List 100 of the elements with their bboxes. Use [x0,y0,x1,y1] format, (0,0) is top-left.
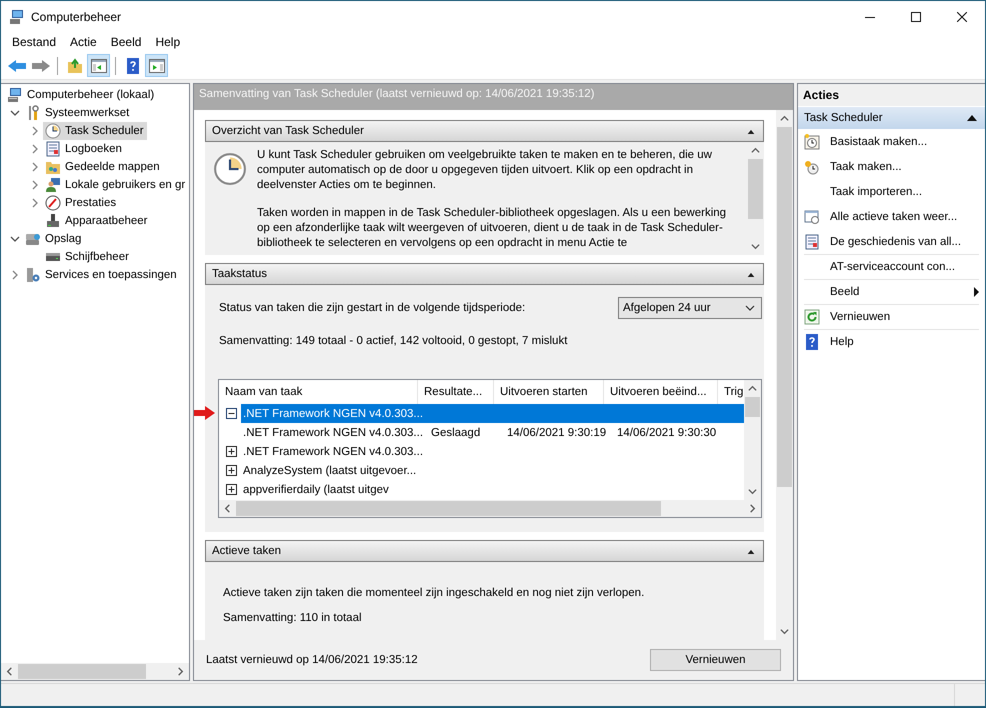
tree-node-icon [7,87,23,103]
scroll-left-icon[interactable] [5,667,14,676]
action-link[interactable]: Help [830,336,854,348]
table-row[interactable]: appverifierdaily (laatst uitgev [241,480,744,499]
menu-item[interactable]: Beeld [104,35,148,49]
chevron-right-icon[interactable] [30,180,40,190]
period-dropdown[interactable]: Afgelopen 24 uur [618,297,762,319]
scroll-thumb[interactable] [745,397,760,417]
tree-pane-button[interactable] [87,54,110,77]
action-icon [804,209,820,225]
vertical-scrollbar[interactable] [776,110,793,640]
window-title: Computerbeheer [31,10,122,24]
menu-item[interactable]: Bestand [5,35,64,49]
refresh-button[interactable]: Vernieuwen [650,649,781,671]
collapse-icon[interactable] [226,408,236,419]
table-cell-text: 14/06/2021 9:30:19 [506,426,608,438]
help-icon [124,58,140,74]
menu-item[interactable]: Actie [63,35,104,49]
scroll-down-icon[interactable] [780,627,789,636]
tree-item[interactable]: Opslag [23,230,84,248]
table-row[interactable]: .NET Framework NGEN v4.0.303... Geslaagd 14/06/2021 9:30:19 14/06/2021 9:30:30 [241,423,744,442]
back-arrow-icon [6,58,26,74]
section-header[interactable]: Overzicht van Task Scheduler [205,120,764,142]
table-row[interactable]: AnalyzeSystem (laatst uitgevoer... [241,461,744,480]
horizontal-scrollbar[interactable] [219,500,761,517]
chevron-right-icon[interactable] [30,144,40,154]
chevron-down-icon[interactable] [10,108,20,118]
chevron-right-icon[interactable] [30,126,40,136]
expand-icon[interactable] [226,484,236,495]
action-link[interactable]: Basistaak maken... [830,136,928,148]
task-name-cell-text: .NET Framework NGEN v4.0.303... [242,446,424,458]
expand-icon[interactable] [226,465,236,476]
scroll-thumb[interactable] [236,501,661,516]
chevron-right-icon[interactable] [30,198,40,208]
action-pane-button[interactable] [145,54,168,77]
action-icon [804,159,820,175]
scroll-up-icon[interactable] [748,384,757,393]
action-link[interactable]: Alle actieve taken weer... [830,211,958,223]
scroll-down-icon[interactable] [751,242,760,251]
section-header[interactable]: Taakstatus [205,263,764,285]
last-refreshed-text: Laatst vernieuwd op 14/06/2021 19:35:12 [206,654,418,666]
menu-item[interactable]: Help [148,35,188,49]
clock-icon [213,152,247,186]
tree-item[interactable]: Apparaatbeheer [43,212,150,230]
action-group-header[interactable]: Task Scheduler [798,107,985,129]
description-text: Actieve taken zijn taken die momenteel zijn ingeschakeld en nog niet zijn verlopen. [223,586,646,601]
scroll-thumb[interactable] [748,159,763,219]
tree-node-icon [25,267,41,283]
tree-node-icon [45,141,61,157]
table-cell-text: 14/06/2021 9:30:30 [616,426,718,438]
section-title: Taakstatus [212,268,267,280]
section-header[interactable]: Actieve taken [205,540,764,562]
action-icon [804,134,820,150]
action-link[interactable]: Taak importeren... [830,186,922,198]
action-link[interactable]: Beeld [830,286,860,298]
chevron-right-icon[interactable] [10,270,20,280]
tree-item[interactable]: Computerbeheer (lokaal) [5,86,158,104]
tree-node-icon [45,159,61,175]
paragraph: Taken worden in mappen in de Task Scheduler-bibliotheek opgeslagen. Als u een bewerking op een afzonderlijke taak wilt weergeven of uitvoeren, dient u de taak in de Task Scheduler-bibliotheek te selecteren en vervolgens op een opdracht in menu Actie te [257,206,728,251]
table-row[interactable]: .NET Framework NGEN v4.0.303... [241,442,744,461]
table-row[interactable]: .NET Framework NGEN v4.0.303... [241,404,744,423]
tree-item[interactable]: Prestaties [43,194,120,212]
tree-item[interactable]: Services en toepassingen [23,266,180,284]
summary-text: Samenvatting: 110 in totaal [223,611,363,626]
tree-node-icon [45,195,61,211]
actions-pane-title: Acties [798,84,985,107]
tree-item[interactable]: Logboeken [43,140,125,158]
action-link[interactable]: De geschiedenis van all... [830,236,962,248]
action-link[interactable]: Taak maken... [830,161,902,173]
maximize-icon [911,12,921,22]
scroll-up-icon[interactable] [751,146,760,155]
collapse-icon[interactable] [747,128,755,134]
tree-node-icon [45,177,61,193]
tree-item[interactable]: Gedeelde mappen [43,158,163,176]
show-pane-icon [90,58,106,74]
chevron-right-icon[interactable] [30,162,40,172]
task-name-cell-text: AnalyzeSystem (laatst uitgevoer... [242,464,418,476]
expand-icon[interactable] [226,446,236,457]
collapse-icon[interactable] [747,272,755,276]
scroll-left-icon[interactable] [223,504,232,513]
action-link[interactable]: AT-serviceaccount con... [830,261,956,273]
tree-item[interactable]: Schijfbeheer [43,248,132,266]
tree-item[interactable]: Lokale gebruikers en gr [43,176,188,194]
section-title: Overzicht van Task Scheduler [212,125,364,137]
scroll-thumb[interactable] [18,664,146,679]
collapse-icon[interactable] [967,115,977,121]
task-name-cell-text: appverifierdaily (laatst uitgev [242,484,390,496]
tree-item[interactable]: Systeemwerkset [23,104,132,122]
horizontal-scrollbar[interactable] [1,663,189,680]
scroll-right-icon[interactable] [176,667,185,676]
column-header[interactable]: Trig [718,380,744,404]
vertical-scrollbar[interactable] [744,380,761,500]
tree-item[interactable]: Task Scheduler [43,122,147,140]
scroll-up-icon[interactable] [780,114,789,123]
scroll-thumb[interactable] [777,127,792,487]
scroll-right-icon[interactable] [748,504,757,513]
scroll-down-icon[interactable] [748,487,757,496]
collapse-icon[interactable] [747,548,755,554]
chevron-down-icon[interactable] [10,234,20,244]
action-link[interactable]: Vernieuwen [830,311,890,323]
